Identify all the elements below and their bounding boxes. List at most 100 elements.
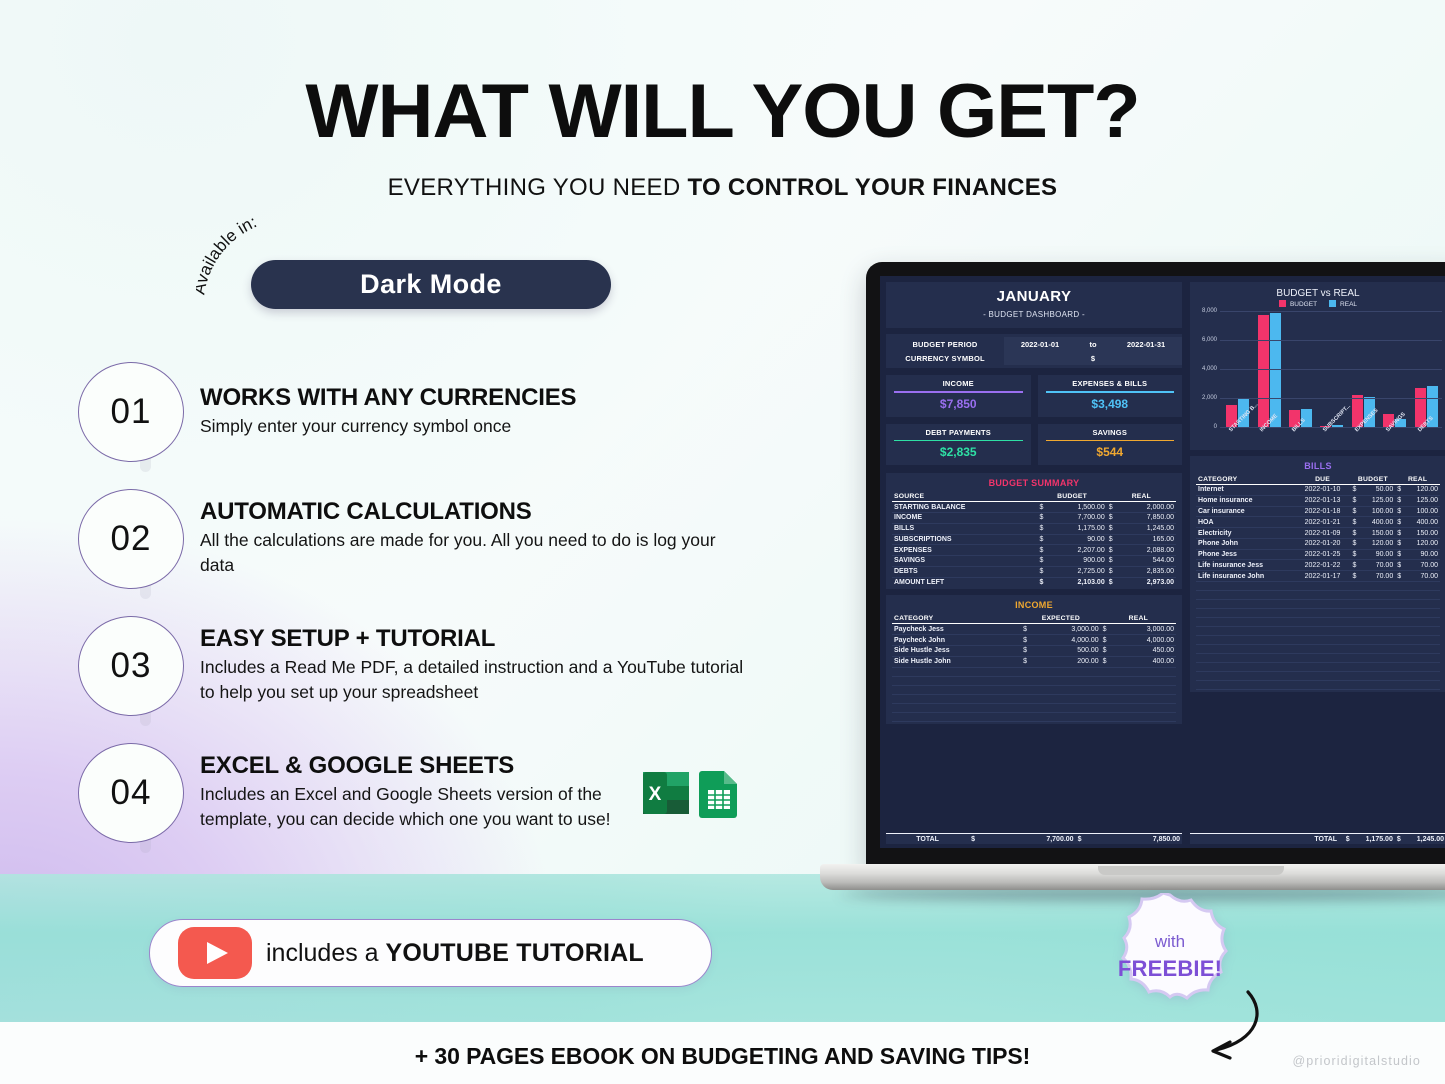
feature-description: Simply enter your currency symbol once bbox=[200, 415, 512, 436]
currency-sign: $ bbox=[1037, 566, 1047, 578]
budget-spreadsheet: JANUARY - BUDGET DASHBOARD - BUDGET PERI… bbox=[880, 276, 1445, 848]
chart-legend: BUDGET REAL bbox=[1194, 300, 1442, 311]
budget-period-label: BUDGET PERIOD bbox=[912, 339, 978, 349]
chart-y-tick-label: 2,000 bbox=[1201, 395, 1217, 401]
available-in-text: Available in: bbox=[196, 212, 259, 296]
row-real: 120.00 bbox=[1404, 484, 1440, 496]
table-row: EXPENSES $2,207.00 $2,088.00 bbox=[892, 544, 1176, 557]
table-row: Electricity 2022-01-09 $150.00 $150.00 bbox=[1196, 527, 1440, 539]
page-subtitle: EVERYTHING YOU NEED TO CONTROL YOUR FINA… bbox=[0, 174, 1445, 202]
currency-sign: $ bbox=[1395, 484, 1405, 496]
budget-summary-panel: BUDGET SUMMARY SOURCE BUDGET REAL STARTI… bbox=[886, 473, 1182, 590]
row-budget: 150.00 bbox=[1359, 527, 1396, 539]
chart-x-label: BILLS bbox=[1290, 417, 1307, 434]
subtitle-bold: TO CONTROL YOUR FINANCES bbox=[687, 174, 1058, 201]
currency-symbol-value[interactable]: $ bbox=[1004, 351, 1182, 365]
empty-row bbox=[1196, 626, 1440, 637]
chart-y-tick-label: 4,000 bbox=[1201, 366, 1217, 372]
feature-title: EASY SETUP + TUTORIAL bbox=[200, 625, 496, 653]
feature-number: 04 bbox=[110, 773, 152, 812]
curved-arrow-icon bbox=[1211, 990, 1259, 1060]
table-row: Car insurance 2022-01-18 $100.00 $100.00 bbox=[1196, 506, 1440, 518]
table-row: Phone John 2022-01-20 $120.00 $120.00 bbox=[1196, 538, 1440, 550]
subtitle-normal: EVERYTHING YOU NEED bbox=[387, 174, 688, 201]
youtube-tutorial-badge[interactable]: includes a YOUTUBE TUTORIAL bbox=[149, 919, 712, 987]
currency-sign: $ bbox=[1395, 527, 1405, 539]
currency-sign: $ bbox=[1100, 623, 1110, 636]
feature-text: WORKS WITH ANY CURRENCIES Simply enter y… bbox=[200, 383, 748, 439]
freebie-main-label: FREEBIE! bbox=[1117, 956, 1223, 981]
sheet-right-column: BUDGET vs REAL BUDGET REAL 8,000 6,000 4,0… bbox=[1190, 282, 1445, 724]
currency-sign: $ bbox=[1350, 516, 1360, 529]
empty-row bbox=[1196, 617, 1440, 628]
youtube-bold: YOUTUBE TUTORIAL bbox=[385, 938, 644, 967]
currency-sign: $ bbox=[1021, 634, 1031, 646]
svg-text:Available in:: Available in: bbox=[196, 212, 259, 296]
row-category: HOA bbox=[1196, 516, 1295, 529]
bills-title: BILLS bbox=[1304, 461, 1332, 471]
currency-symbol-row: CURRENCY SYMBOL $ bbox=[886, 351, 1182, 365]
chart-x-label: STARTING B... bbox=[1228, 401, 1260, 434]
table-row: SAVINGS $900.00 $544.00 bbox=[892, 555, 1176, 567]
google-sheets-icon bbox=[699, 771, 737, 818]
dashboard-subtitle: - BUDGET DASHBOARD - bbox=[983, 310, 1085, 319]
table-row: DEBTS $2,725.00 $2,835.00 bbox=[892, 566, 1176, 578]
table-row: Side Hustle John $200.00 $400.00 bbox=[892, 656, 1176, 668]
col-real: REAL bbox=[1395, 474, 1440, 485]
currency-sign: $ bbox=[1395, 538, 1405, 550]
office-icons-group: X bbox=[643, 768, 740, 818]
table-row: BILLS $1,175.00 $1,245.00 bbox=[892, 523, 1176, 535]
currency-sign: $ bbox=[1106, 544, 1116, 557]
empty-row bbox=[1196, 671, 1440, 682]
bills-total-real: 1,245.00 bbox=[1403, 833, 1445, 844]
row-source: STARTING BALANCE bbox=[892, 501, 1038, 513]
youtube-prefix: includes a bbox=[266, 938, 386, 967]
bills-panel: BILLS CATEGORY DUE BUDGET REAL Internet 2… bbox=[1190, 456, 1445, 693]
row-category: Home insurance bbox=[1196, 495, 1295, 507]
table-row: INCOME $7,700.00 $7,850.00 bbox=[892, 512, 1176, 524]
empty-row bbox=[892, 676, 1176, 686]
empty-row bbox=[1196, 590, 1440, 601]
feature-item-03[interactable]: 03 EASY SETUP + TUTORIAL Includes a Read… bbox=[78, 616, 768, 716]
feature-number: 02 bbox=[110, 519, 152, 558]
currency-sign: $ bbox=[1395, 559, 1405, 572]
bills-body: Internet 2022-01-10 $50.00 $120.00 Home insu… bbox=[1196, 484, 1440, 691]
feature-item-01[interactable]: 01 WORKS WITH ANY CURRENCIES Simply ente… bbox=[78, 362, 768, 462]
budget-summary-table: SOURCE BUDGET REAL STARTING BALANCE $1,50… bbox=[892, 491, 1176, 588]
page-title: WHAT WILL YOU GET? bbox=[305, 69, 1140, 154]
kpi-label: DEBT PAYMENTS bbox=[925, 427, 992, 437]
empty-row bbox=[1196, 680, 1440, 691]
dark-mode-badge[interactable]: Dark Mode bbox=[251, 260, 611, 309]
empty-row bbox=[1196, 608, 1440, 619]
empty-row bbox=[892, 712, 1176, 722]
row-budget: 50.00 bbox=[1359, 484, 1396, 496]
feature-number-badge: 04 bbox=[78, 743, 184, 843]
row-category: Life insurance John bbox=[1196, 570, 1295, 583]
currency-sign: $ bbox=[1395, 506, 1405, 518]
row-budget: 400.00 bbox=[1359, 516, 1396, 529]
row-budget: 90.00 bbox=[1359, 549, 1396, 561]
row-category: Electricity bbox=[1196, 527, 1295, 539]
table-row: Life insurance John 2022-01-17 $70.00 $70.0… bbox=[1196, 570, 1440, 583]
row-source: INCOME bbox=[892, 512, 1038, 524]
budget-period-value[interactable]: 2022-01-01 to 2022-01-31 bbox=[1004, 337, 1182, 351]
sheet-left-column: JANUARY - BUDGET DASHBOARD - BUDGET PERI… bbox=[886, 282, 1182, 724]
kpi-card-income: INCOME $7,850 bbox=[886, 375, 1031, 417]
laptop-mockup: JANUARY - BUDGET DASHBOARD - BUDGET PERI… bbox=[820, 262, 1445, 902]
feature-item-02[interactable]: 02 AUTOMATIC CALCULATIONS All the calcul… bbox=[78, 489, 768, 589]
currency-sign: $ bbox=[1021, 656, 1031, 668]
row-expected: 200.00 bbox=[1030, 656, 1101, 668]
table-row: Paycheck Jess $3,000.00 $3,000.00 bbox=[892, 623, 1176, 636]
row-real: 125.00 bbox=[1404, 495, 1440, 507]
feature-item-04[interactable]: 04 EXCEL & GOOGLE SHEETS Includes an Exc… bbox=[78, 743, 768, 843]
row-budget: 2,725.00 bbox=[1046, 566, 1107, 578]
chart-title: BUDGET vs REAL bbox=[1276, 288, 1360, 299]
row-real: 7,850.00 bbox=[1115, 512, 1176, 524]
empty-row bbox=[892, 703, 1176, 713]
feature-title: WORKS WITH ANY CURRENCIES bbox=[200, 383, 577, 411]
col-due: DUE bbox=[1294, 474, 1351, 485]
bills-total-bar: TOTAL $ 1,175.00 $ 1,245.00 bbox=[1190, 833, 1445, 844]
kpi-value: $3,498 bbox=[1091, 396, 1129, 411]
row-due: 2022-01-20 bbox=[1294, 538, 1351, 550]
currency-sign: $ bbox=[1350, 484, 1360, 496]
